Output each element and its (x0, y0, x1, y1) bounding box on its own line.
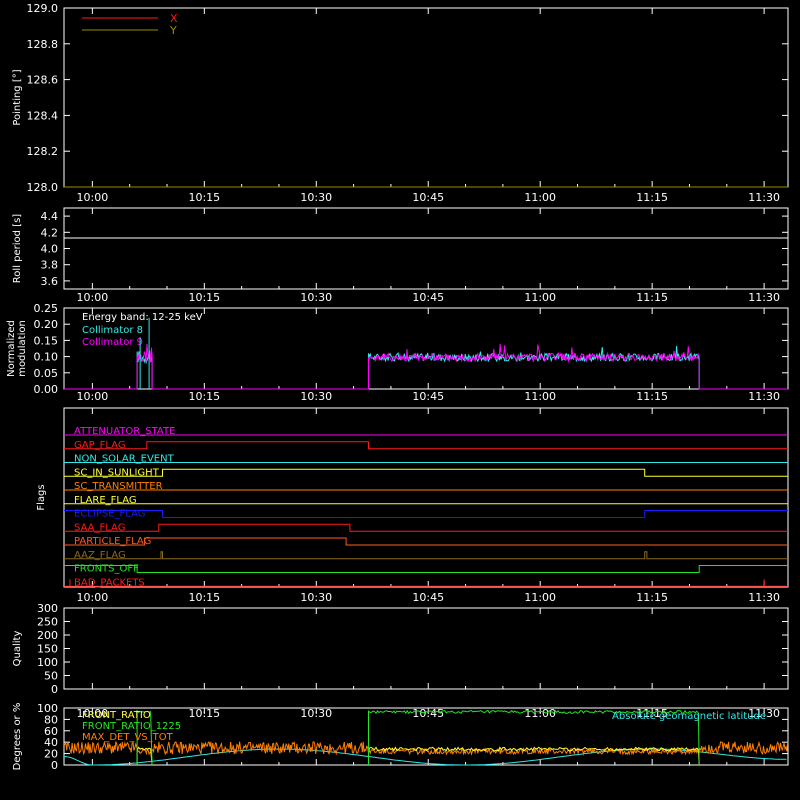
x-tick-label: 11:00 (524, 390, 556, 403)
y-axis-label: Pointing [°] (12, 69, 23, 125)
y-tick-label: 300 (37, 602, 58, 615)
x-tick-label: 11:30 (748, 591, 780, 604)
x-tick-label: 10:45 (412, 291, 444, 304)
x-tick-label: 11:30 (748, 390, 780, 403)
legend-label: FRONT_RATIO_1225 (82, 721, 181, 732)
x-tick-label: 10:00 (77, 291, 109, 304)
y-tick-label: 0.05 (34, 367, 59, 380)
chart-background (0, 0, 800, 800)
y-tick-label: 4.2 (41, 226, 59, 239)
y-tick-label: 150 (37, 643, 58, 656)
legend-label: FRONT_RATIO (82, 710, 151, 721)
y-tick-label: 0.00 (34, 383, 59, 396)
y-tick-label: 128.4 (27, 109, 59, 122)
x-tick-label: 11:30 (748, 191, 780, 204)
y-tick-label: 0.10 (34, 351, 59, 364)
y-tick-label: 100 (37, 702, 58, 715)
y-tick-label: 129.0 (27, 2, 59, 15)
y-tick-label: 128.6 (27, 74, 59, 87)
x-tick-label: 10:00 (77, 191, 109, 204)
legend-label: Y (169, 24, 177, 37)
x-tick-label: 10:30 (300, 191, 332, 204)
y-tick-label: 60 (44, 725, 58, 738)
y-tick-label: 0 (51, 759, 58, 772)
y-tick-label: 128.2 (27, 145, 59, 158)
x-tick-label: 11:15 (636, 591, 668, 604)
legend-label: Collimator 8 (82, 325, 143, 336)
y-tick-label: 3.8 (41, 259, 59, 272)
legend-label: Collimator 9 (82, 337, 143, 348)
y-tick-label: 3.6 (41, 275, 59, 288)
x-tick-label: 10:30 (300, 591, 332, 604)
y-tick-label: 0.20 (34, 318, 59, 331)
x-tick-label: 10:45 (412, 591, 444, 604)
x-tick-label: 10:00 (77, 591, 109, 604)
y-tick-label: 50 (44, 670, 58, 683)
y-tick-label: 0.15 (34, 334, 59, 347)
y-axis-label: Roll period [s] (12, 214, 23, 283)
x-tick-label: 10:30 (300, 390, 332, 403)
x-tick-label: 11:00 (524, 191, 556, 204)
x-tick-label: 11:15 (636, 191, 668, 204)
y-tick-label: 80 (44, 713, 58, 726)
y-tick-label: 4.4 (41, 210, 59, 223)
x-tick-label: 10:15 (188, 390, 220, 403)
x-tick-label: 10:15 (188, 591, 220, 604)
x-tick-label: 10:45 (412, 191, 444, 204)
x-tick-label: 11:15 (636, 291, 668, 304)
x-tick-label: 10:15 (188, 291, 220, 304)
x-tick-label: 10:30 (300, 291, 332, 304)
y-tick-label: 128.0 (27, 181, 59, 194)
y-tick-label: 4.0 (41, 243, 59, 256)
y-tick-label: 100 (37, 656, 58, 669)
y-tick-label: 200 (37, 629, 58, 642)
x-tick-label: 11:30 (748, 291, 780, 304)
x-tick-label: 10:15 (188, 191, 220, 204)
y-tick-label: 0 (51, 683, 58, 696)
x-tick-label: 11:15 (636, 390, 668, 403)
right-legend-label: Absolute geomagnetic latitude (612, 711, 766, 722)
energy-band-annotation: Energy band: 12-25 keV (82, 312, 203, 323)
legend-label: MAX_DET_VS_TOT (82, 732, 174, 743)
y-tick-label: 128.8 (27, 38, 59, 51)
y-tick-label: 20 (44, 748, 58, 761)
y-tick-label: 250 (37, 616, 58, 629)
y-tick-label: 40 (44, 736, 58, 749)
y-axis-label: Degrees or % (12, 703, 23, 771)
x-tick-label: 10:00 (77, 390, 109, 403)
y-axis-label: Normalizedmodulation (6, 320, 28, 377)
y-tick-label: 0.25 (34, 302, 59, 315)
y-axis-label: Flags (36, 484, 47, 510)
rhessi-orbit-chart: 10:00 10:15 10:30 10:45 11:00 11:15 11:30 128.0… (0, 0, 800, 800)
x-tick-label: 11:00 (524, 291, 556, 304)
y-axis-label: Quality (12, 631, 23, 667)
x-tick-label: 10:45 (412, 390, 444, 403)
x-tick-label: 11:00 (524, 591, 556, 604)
